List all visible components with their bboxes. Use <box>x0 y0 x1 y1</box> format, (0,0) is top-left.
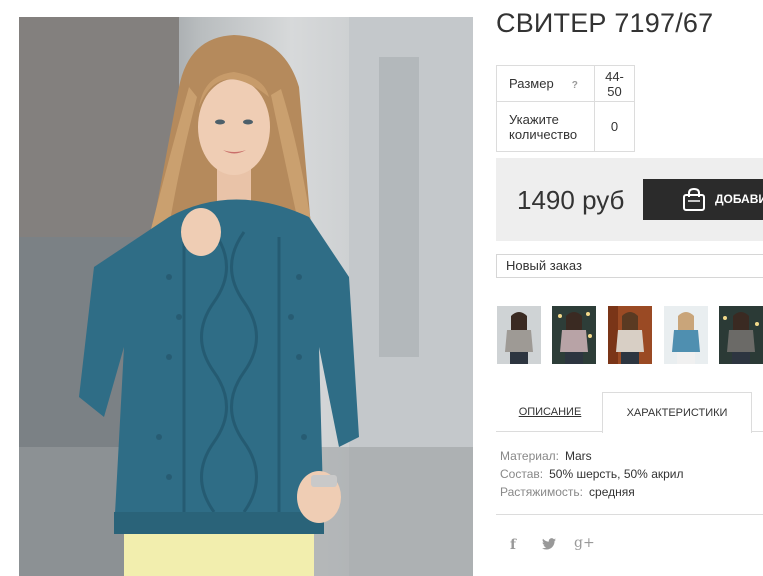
facebook-icon[interactable]: f <box>510 537 516 553</box>
thumb-pink-sweater[interactable] <box>552 306 596 364</box>
twitter-icon[interactable] <box>542 538 556 554</box>
tab-underline-right <box>752 431 763 432</box>
composition-label: Состав: <box>500 467 544 481</box>
stretch-row: Растяжимость: средняя <box>500 483 684 501</box>
tab-description[interactable]: ОПИСАНИЕ <box>508 392 592 432</box>
thumb-dark-grey-sweater[interactable] <box>719 306 763 364</box>
product-photo[interactable] <box>19 17 473 576</box>
size-value[interactable]: 44-50 <box>594 65 635 102</box>
size-help-icon[interactable]: ? <box>572 80 578 91</box>
size-label: Размер <box>509 76 554 91</box>
add-to-cart-button[interactable]: ДОБАВИТЬ <box>643 179 763 220</box>
stretch-value: средняя <box>589 485 635 499</box>
buy-box: 1490 руб ДОБАВИТЬ <box>496 158 763 241</box>
material-value: Mars <box>564 449 592 463</box>
thumb-beige-sweater[interactable] <box>608 306 652 364</box>
tab-characteristics[interactable]: ХАРАКТЕРИСТИКИ <box>602 392 752 433</box>
tab-underline <box>496 431 602 432</box>
quantity-input[interactable]: 0 <box>594 101 635 152</box>
quantity-label: Укажите количество <box>496 101 595 152</box>
thumb-blue-sweater[interactable] <box>664 306 708 364</box>
order-select[interactable]: Новый заказ <box>496 254 763 278</box>
add-to-cart-label: ДОБАВИТЬ <box>715 192 763 206</box>
section-divider <box>496 514 763 515</box>
google-plus-icon[interactable]: g+ <box>574 535 595 551</box>
product-tabs: ОПИСАНИЕ ХАРАКТЕРИСТИКИ <box>496 392 763 433</box>
material-row: Материал: Mars <box>500 447 684 465</box>
composition-value: 50% шерсть, 50% акрил <box>549 467 684 481</box>
specs-table: Размер? 44-50 Укажите количество 0 <box>496 65 635 152</box>
size-label-cell: Размер? <box>496 65 595 102</box>
product-title: СВИТЕР 7197/67 <box>496 8 714 38</box>
characteristics-list: Материал: Mars Состав: 50% шерсть, 50% акр… <box>500 447 684 501</box>
price: 1490 руб <box>517 185 625 215</box>
shopping-bag-icon <box>682 187 706 217</box>
thumb-grey-sweater[interactable] <box>497 306 541 364</box>
composition-row: Состав: 50% шерсть, 50% акрил <box>500 465 684 483</box>
material-label: Материал: <box>500 449 559 463</box>
model-illustration <box>19 17 473 576</box>
stretch-label: Растяжимость: <box>500 485 584 499</box>
